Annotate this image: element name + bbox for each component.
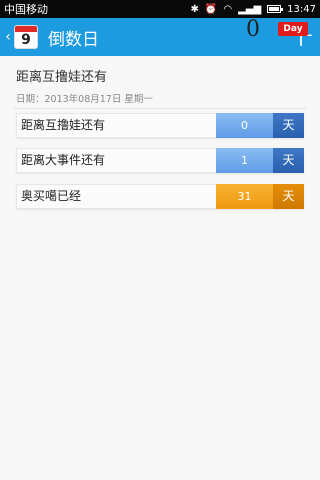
bluetooth-icon: ✱ <box>190 3 199 15</box>
carrier-name: 中国移动 <box>4 3 48 16</box>
divider <box>14 108 306 109</box>
status-time: 13:47 <box>287 3 316 15</box>
status-bar: 中国移动 ✱ ⏰ ◠ ▂▄▆ 13:47 <box>0 0 320 18</box>
day-badge: Day <box>278 22 308 36</box>
alarm-icon: ⏰ <box>204 3 218 15</box>
days-unit: 天 <box>273 148 304 173</box>
featured-title: 距离互撸娃还有 <box>16 70 108 85</box>
days-value: 0 <box>216 113 273 138</box>
featured-countdown[interactable]: 距离互撸娃还有 日期：2013年08月17日 星期一 <box>0 56 320 108</box>
event-label: 奥买噶已经 <box>21 189 82 203</box>
signal-icon: ▂▄▆ <box>238 3 262 15</box>
days-value: 31 <box>216 184 273 209</box>
list-item[interactable]: 奥买噶已经 31 天 <box>16 184 304 209</box>
battery-icon <box>267 5 284 13</box>
app-title-bar: ‹ 9 倒数日 + <box>0 18 320 56</box>
event-label: 距离大事件还有 <box>21 153 106 167</box>
days-unit: 天 <box>273 113 304 138</box>
back-arrow-icon[interactable]: ‹ <box>0 29 12 45</box>
list-item[interactable]: 距离互撸娃还有 0 天 <box>16 113 304 138</box>
featured-date: 日期：2013年08月17日 星期一 <box>16 94 153 105</box>
calendar-app-icon[interactable]: 9 <box>14 25 38 49</box>
calendar-icon-day: 9 <box>21 32 31 48</box>
list-item[interactable]: 距离大事件还有 1 天 <box>16 148 304 173</box>
days-value: 1 <box>216 148 273 173</box>
status-icons: ✱ ⏰ ◠ ▂▄▆ 13:47 <box>191 4 316 15</box>
event-label: 距离互撸娃还有 <box>21 118 106 132</box>
wifi-icon: ◠ <box>223 3 233 15</box>
featured-count: 0 <box>246 17 260 42</box>
days-unit: 天 <box>273 184 304 209</box>
